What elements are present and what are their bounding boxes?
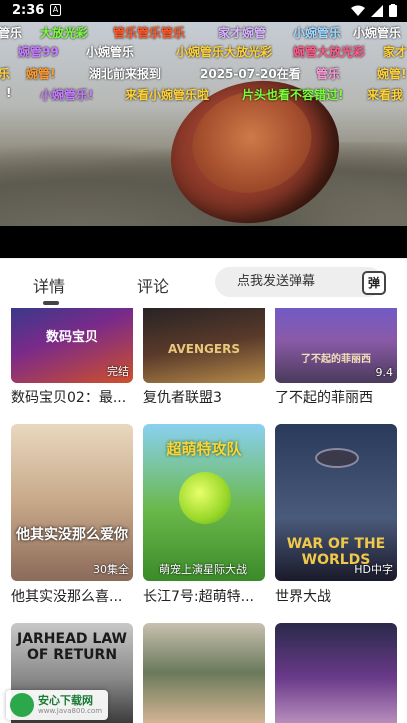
detail-tabs: 详情 评论 点我发送弹幕 弹 — [0, 258, 407, 308]
danmaku-comment: 片头也看不容错过! — [242, 88, 344, 102]
video-status-tag: 完结 — [107, 365, 129, 378]
status-icons — [351, 4, 397, 17]
watermark-url: www.Java800.com — [38, 707, 103, 715]
video-status-tag: HD中字 — [354, 563, 393, 576]
video-poster: WAR OF THE WORLDS HD中字 — [275, 424, 397, 581]
danmaku-comment: 小婉管乐 — [353, 26, 402, 40]
video-poster — [143, 623, 265, 723]
danmaku-comment: 管乐管乐管乐 — [113, 26, 186, 40]
tab-indicator — [43, 301, 59, 305]
poster-title: JARHEAD LAW OF RETURN — [16, 631, 127, 663]
danmaku-comment: 家才婉管 — [218, 26, 267, 40]
tab-comments[interactable]: 评论 — [137, 273, 169, 297]
tab-details[interactable]: 详情 — [33, 273, 65, 297]
video-player[interactable]: 管乐 大放光彩 管乐管乐管乐 家才婉管 小婉管乐 小婉管乐 婉管99 小婉管乐 … — [0, 22, 407, 258]
danmaku-comment: 来看我 — [367, 88, 404, 102]
watermark-logo-icon — [10, 693, 34, 717]
danmaku-comment: 乐 — [0, 67, 11, 81]
poster-title: 他其实没那么爱你 — [16, 527, 128, 543]
video-title: 数码宝贝02：最... — [11, 390, 127, 406]
video-poster: AVENGERS — [143, 308, 265, 383]
site-watermark: 安心下载网 www.Java800.com — [6, 690, 108, 720]
danmaku-input[interactable]: 点我发送弹幕 — [215, 267, 383, 297]
danmaku-comment: 管乐 — [0, 26, 23, 40]
danmaku-comment: 小婉管乐大放光彩 — [176, 45, 273, 59]
danmaku-comment: 婉管! — [377, 67, 407, 81]
video-status-tag: 萌宠上演星际大战 — [159, 563, 247, 576]
danmaku-comment: 湖北前来报到 — [89, 67, 162, 81]
signal-icon — [371, 4, 383, 17]
danmaku-comment: 2025-07-20在看 — [200, 67, 301, 81]
recommend-grid: 数码宝贝 完结 数码宝贝02：最... AVENGERS 复仇者联盟3 了不起的… — [0, 308, 407, 723]
video-letterbox — [0, 226, 407, 258]
video-poster — [275, 623, 397, 723]
watermark-title: 安心下载网 — [38, 694, 93, 707]
danmaku-comment: 婉管99 — [18, 45, 59, 59]
danmaku-comment: ! — [6, 86, 12, 100]
poster-title: AVENGERS — [168, 342, 240, 356]
poster-tripod — [315, 448, 359, 468]
video-title: 长江7号:超萌特... — [143, 589, 254, 605]
danmaku-comment: 家才 — [383, 45, 407, 59]
video-poster: 超萌特攻队 萌宠上演星际大战 — [143, 424, 265, 581]
video-poster: 他其实没那么爱你 30集全 — [11, 424, 133, 581]
poster-character — [179, 472, 231, 524]
video-rating-tag: 9.4 — [375, 366, 394, 379]
wifi-icon — [351, 5, 365, 16]
danmaku-comment: 婉管大放光彩 — [293, 45, 366, 59]
poster-title: 超萌特攻队 — [166, 440, 242, 458]
video-title: 他其实没那么喜... — [11, 589, 123, 605]
video-title: 复仇者联盟3 — [143, 390, 222, 406]
notification-icon: A — [50, 4, 61, 16]
video-status-tag: 30集全 — [93, 563, 129, 576]
video-poster: 数码宝贝 完结 — [11, 308, 133, 383]
danmaku-comment: 来看小婉管乐啦 — [125, 88, 210, 102]
clock: 2:36 — [12, 3, 45, 18]
poster-title: 数码宝贝 — [45, 330, 98, 345]
video-title: 世界大战 — [275, 589, 331, 605]
danmaku-comment: 大放光彩 — [40, 26, 89, 40]
danmaku-comment: 管乐 — [316, 67, 341, 81]
battery-icon — [389, 4, 397, 17]
danmaku-comment: 小婉管乐 — [86, 45, 135, 59]
poster-title: 了不起的菲丽西 — [301, 354, 371, 365]
video-poster: 了不起的菲丽西 9.4 — [275, 308, 397, 383]
video-title: 了不起的菲丽西 — [275, 390, 373, 406]
status-bar: 2:36 A — [0, 0, 407, 22]
danmaku-comment: 小婉管乐! — [40, 88, 94, 102]
danmaku-comment: 小婉管乐 — [293, 26, 342, 40]
danmaku-toggle-button[interactable]: 弹 — [362, 271, 386, 295]
danmaku-comment: 婉管! — [26, 67, 56, 81]
